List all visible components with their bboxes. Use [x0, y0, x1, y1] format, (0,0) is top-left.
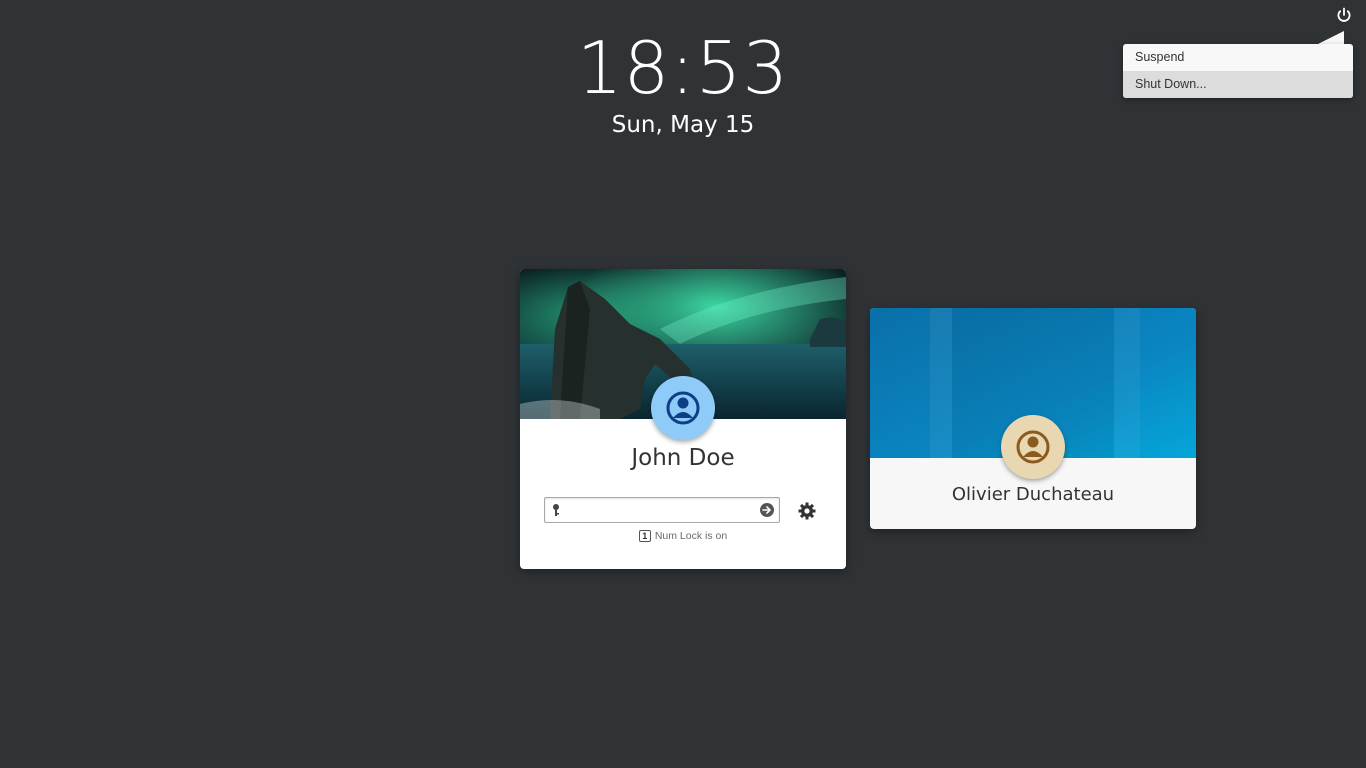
password-input[interactable]: [563, 500, 753, 520]
num-lock-indicator: 1 Num Lock is on: [520, 530, 846, 543]
password-field[interactable]: [544, 497, 780, 523]
num-lock-icon: 1: [638, 530, 651, 543]
avatar: [651, 376, 715, 440]
key-icon: [553, 504, 559, 516]
user-icon: [666, 391, 700, 425]
num-lock-label: Num Lock is on: [654, 530, 728, 543]
power-icon: [1337, 7, 1351, 22]
username: Olivier Duchateau: [951, 484, 1115, 505]
avatar: [1001, 415, 1065, 479]
clock-date: Sun, May 15: [611, 112, 755, 138]
gear-icon[interactable]: [797, 501, 817, 521]
username: John Doe: [631, 445, 735, 471]
user-card-olivier-duchateau[interactable]: Olivier Duchateau: [870, 308, 1196, 529]
power-menu: Suspend Shut Down...: [1123, 44, 1353, 98]
menu-item-shut-down[interactable]: Shut Down...: [1123, 71, 1353, 98]
user-icon: [1016, 430, 1050, 464]
user-card-john-doe: John Doe 1 Num Lock is on: [520, 269, 846, 569]
menu-item-suspend[interactable]: Suspend: [1123, 44, 1353, 71]
arrow-right-circle-icon[interactable]: [759, 502, 775, 518]
power-menu-arrow: [1316, 31, 1344, 45]
power-button[interactable]: [1333, 4, 1355, 26]
